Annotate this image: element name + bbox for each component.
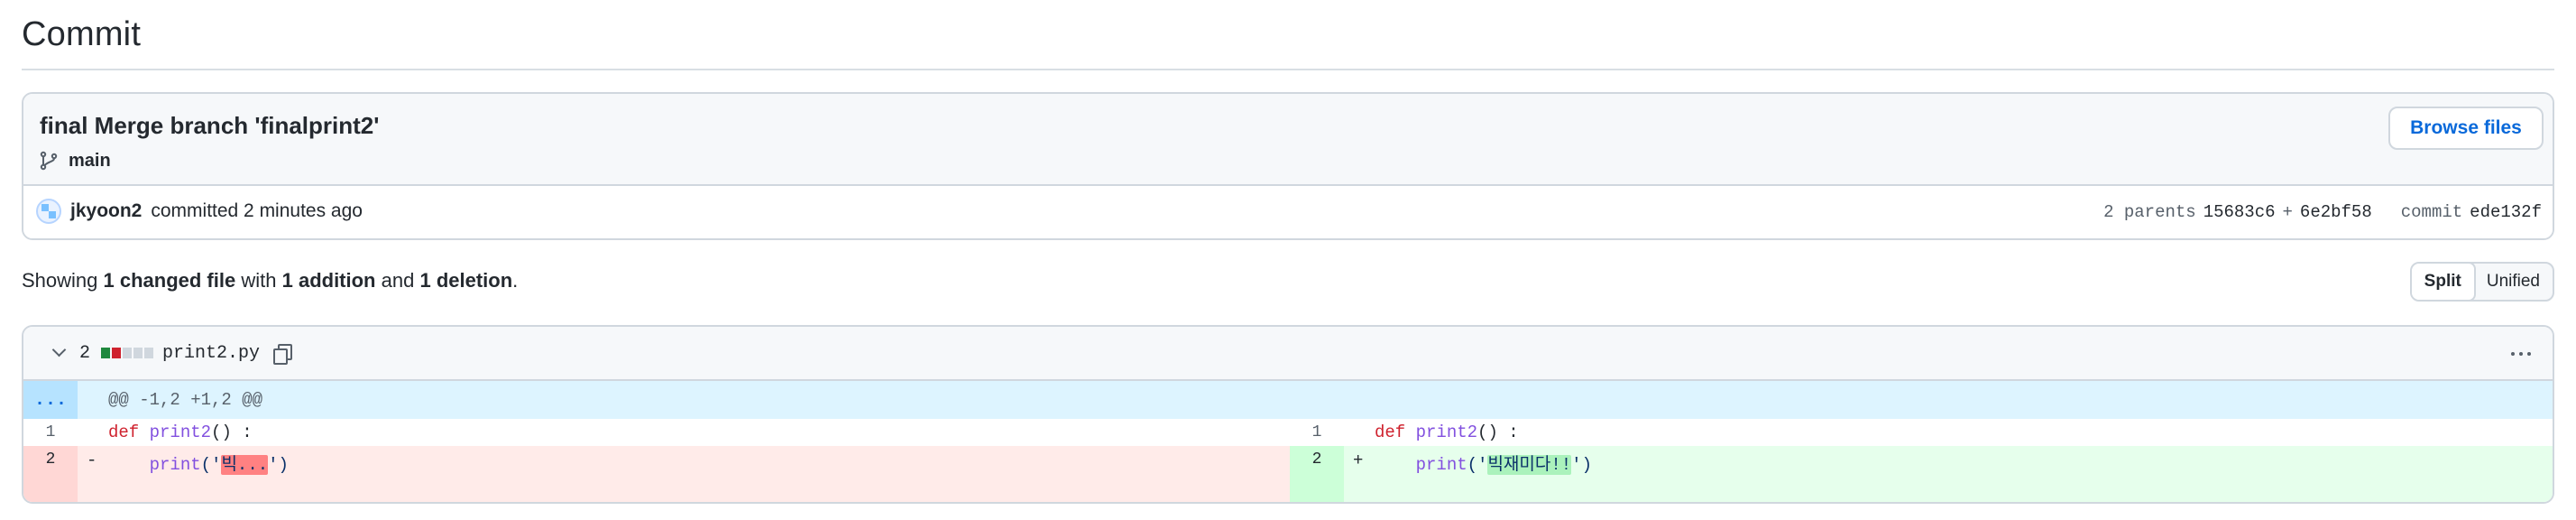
line-number[interactable]: 2 bbox=[1290, 446, 1344, 502]
summary-additions: 1 addition bbox=[281, 269, 376, 292]
diff-summary: Showing 1 changed file with 1 addition a… bbox=[22, 269, 518, 292]
code-close: ') bbox=[268, 455, 289, 475]
code-open: (' bbox=[1467, 455, 1488, 475]
code-function: print bbox=[149, 455, 201, 475]
code-function: print2 bbox=[149, 422, 212, 442]
deletion-sign: - bbox=[87, 450, 97, 470]
summary-showing: Showing bbox=[22, 269, 98, 292]
addition-sign: + bbox=[1353, 450, 1364, 470]
parent-hash-1[interactable]: 15683c6 bbox=[2203, 202, 2276, 222]
code-line: def print2() : bbox=[108, 422, 253, 442]
commit-message: final Merge branch 'finalprint2' bbox=[40, 112, 380, 139]
file-name[interactable]: print2.py bbox=[162, 343, 260, 364]
diff-line-left-1: 1 def print2() : bbox=[23, 419, 1290, 446]
browse-files-button[interactable]: Browse files bbox=[2388, 107, 2544, 150]
parents-label: 2 parents bbox=[2103, 202, 2196, 222]
change-count: 2 bbox=[79, 342, 91, 364]
summary-and: and bbox=[381, 269, 415, 292]
line-number[interactable]: 2 bbox=[23, 446, 78, 502]
page-title: Commit bbox=[22, 15, 142, 53]
summary-changed-files: 1 changed file bbox=[103, 269, 236, 292]
diffstat-del-block bbox=[112, 348, 122, 358]
hunk-header-row: ... @@ -1,2 +1,2 @@ bbox=[23, 381, 2553, 419]
commit-label: commit bbox=[2400, 202, 2463, 222]
diff-left-side: 1 def print2() : 2 - print('빅...') bbox=[23, 419, 1290, 502]
code-open: (' bbox=[200, 455, 222, 475]
diffstat-neutral-block bbox=[144, 348, 154, 358]
diff-view-toggle: Split Unified bbox=[2409, 262, 2554, 302]
branch-indicator[interactable]: main bbox=[38, 150, 111, 172]
git-branch-icon bbox=[40, 151, 58, 171]
code-function: print2 bbox=[1415, 422, 1478, 442]
author-info: jkyoon2 committed 2 minutes ago bbox=[36, 199, 363, 224]
line-number[interactable]: 1 bbox=[1290, 419, 1344, 446]
avatar[interactable] bbox=[36, 199, 61, 224]
parent-hash-2[interactable]: 6e2bf58 bbox=[2300, 202, 2372, 222]
commit-hash: ede132f bbox=[2470, 202, 2542, 222]
code-rest: () : bbox=[211, 422, 253, 442]
diff-right-side: 1 def print2() : 2 + print('빅재미다!!') bbox=[1290, 419, 2553, 502]
commit-meta: jkyoon2 committed 2 minutes ago 2 parent… bbox=[23, 186, 2553, 238]
code-line: def print2() : bbox=[1375, 422, 1519, 442]
more-options-icon[interactable] bbox=[2511, 352, 2531, 356]
file-header: 2 print2.py bbox=[23, 327, 2553, 381]
commit-refs: 2 parents 15683c6 + 6e2bf58 commit ede13… bbox=[2103, 202, 2542, 222]
unified-view-button[interactable]: Unified bbox=[2474, 264, 2553, 300]
diff-line-left-2: 2 - print('빅...') bbox=[23, 446, 1290, 502]
split-view-button[interactable]: Split bbox=[2411, 264, 2476, 300]
diffstat-add-block bbox=[101, 348, 111, 358]
diffstat-neutral-block bbox=[123, 348, 133, 358]
branch-name[interactable]: main bbox=[69, 151, 111, 172]
diffstat-blocks bbox=[101, 348, 154, 358]
summary-deletions: 1 deletion bbox=[419, 269, 513, 292]
title-divider bbox=[22, 69, 2554, 70]
expand-hunk-button[interactable]: ... bbox=[23, 381, 78, 419]
author-name[interactable]: jkyoon2 bbox=[70, 200, 142, 222]
commit-time: committed 2 minutes ago bbox=[151, 200, 363, 221]
code-keyword: def bbox=[1375, 422, 1406, 442]
deleted-word: 빅... bbox=[221, 455, 269, 475]
code-function: print bbox=[1415, 455, 1467, 475]
code-line: print('빅재미다!!') bbox=[1375, 450, 1592, 475]
commit-header: final Merge branch 'finalprint2' main Br… bbox=[23, 94, 2553, 186]
commit-box: final Merge branch 'finalprint2' main Br… bbox=[22, 92, 2554, 240]
summary-with: with bbox=[241, 269, 277, 292]
code-close: ') bbox=[1571, 455, 1592, 475]
code-line: print('빅...') bbox=[108, 450, 289, 475]
diff-line-right-1: 1 def print2() : bbox=[1290, 419, 2553, 446]
chevron-down-icon[interactable] bbox=[51, 344, 69, 362]
diff-line-right-2: 2 + print('빅재미다!!') bbox=[1290, 446, 2553, 502]
added-word: 빅재미다!! bbox=[1487, 455, 1572, 475]
code-keyword: def bbox=[108, 422, 140, 442]
line-number[interactable]: 1 bbox=[23, 419, 78, 446]
code-rest: () : bbox=[1477, 422, 1519, 442]
parent-plus: + bbox=[2282, 202, 2293, 222]
commit-page: Commit final Merge branch 'finalprint2' … bbox=[0, 0, 2576, 520]
file-diff: 2 print2.py ... @@ -1,2 +1,2 @@ 1 def pr… bbox=[22, 325, 2554, 504]
copy-icon[interactable] bbox=[272, 343, 293, 365]
diffstat-neutral-block bbox=[133, 348, 143, 358]
summary-end: . bbox=[512, 269, 519, 292]
hunk-header: @@ -1,2 +1,2 @@ bbox=[108, 390, 263, 410]
